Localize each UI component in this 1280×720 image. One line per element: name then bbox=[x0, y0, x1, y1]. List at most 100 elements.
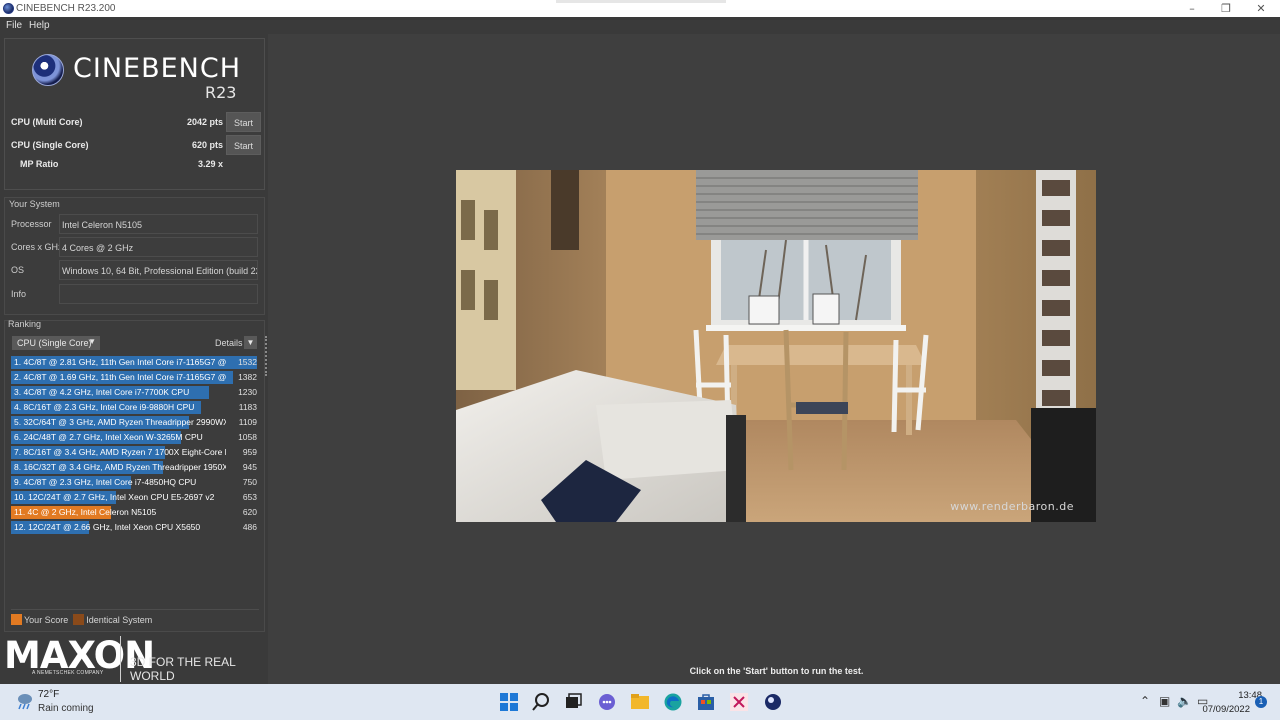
ranking-entry-label: 7. 8C/16T @ 3.4 GHz, AMD Ryzen 7 1700X E… bbox=[14, 447, 226, 457]
cinebench-taskbar-icon[interactable] bbox=[763, 692, 783, 712]
single-core-label: CPU (Single Core) bbox=[11, 140, 89, 150]
search-icon[interactable] bbox=[531, 692, 551, 712]
ranking-row[interactable]: 4. 8C/16T @ 2.3 GHz, Intel Core i9-9880H… bbox=[11, 401, 257, 414]
single-core-row: CPU (Single Core) 620 pts Start bbox=[11, 135, 261, 155]
os-field[interactable]: Windows 10, 64 Bit, Professional Edition… bbox=[59, 260, 258, 280]
ranking-row[interactable]: 9. 4C/8T @ 2.3 GHz, Intel Core i7-4850HQ… bbox=[11, 476, 257, 489]
ranking-entry-score: 750 bbox=[242, 477, 257, 487]
left-panel: CINEBENCH R23 CPU (Multi Core) 2042 pts … bbox=[0, 34, 268, 684]
ranking-entry-score: 620 bbox=[242, 507, 257, 517]
cinebench-app-icon bbox=[3, 3, 14, 14]
snipping-tool-icon[interactable] bbox=[729, 692, 749, 712]
your-score-swatch bbox=[11, 614, 22, 625]
ranking-entry-score: 1382 bbox=[238, 372, 257, 382]
ranking-entry-label: 8. 16C/32T @ 3.4 GHz, AMD Ryzen Threadri… bbox=[14, 462, 226, 472]
close-button[interactable]: ✕ bbox=[1245, 0, 1277, 17]
title-bar: CINEBENCH R23.200 – ❐ ✕ bbox=[0, 0, 1280, 17]
ranking-entry-label: 5. 32C/64T @ 3 GHz, AMD Ryzen Threadripp… bbox=[14, 417, 226, 427]
ranking-legend: Your Score Identical System bbox=[11, 614, 152, 625]
show-hidden-icons-chevron-up-icon[interactable]: ⌃ bbox=[1140, 694, 1150, 708]
ranking-row[interactable]: 7. 8C/16T @ 3.4 GHz, AMD Ryzen 7 1700X E… bbox=[11, 446, 257, 459]
ranking-row[interactable]: 8. 16C/32T @ 3.4 GHz, AMD Ryzen Threadri… bbox=[11, 461, 257, 474]
ranking-row[interactable]: 12. 12C/24T @ 2.66 GHz, Intel Xeon CPU X… bbox=[11, 521, 257, 534]
ranking-entry-score: 959 bbox=[242, 447, 257, 457]
panel-resize-handle[interactable] bbox=[265, 336, 267, 376]
ranking-entry-label: 11. 4C @ 2 GHz, Intel Celeron N5105 bbox=[14, 507, 157, 517]
snap-layout-grip[interactable] bbox=[556, 0, 726, 3]
ranking-entry-score: 486 bbox=[242, 522, 257, 532]
maximize-button[interactable]: ❐ bbox=[1210, 0, 1242, 17]
details-label: Details bbox=[215, 338, 243, 348]
ranking-row[interactable]: 5. 32C/64T @ 3 GHz, AMD Ryzen Threadripp… bbox=[11, 416, 257, 429]
legend-your-score: Your Score bbox=[24, 615, 69, 625]
single-core-start-button[interactable]: Start bbox=[226, 135, 261, 155]
ranking-entry-label: 9. 4C/8T @ 2.3 GHz, Intel Core i7-4850HQ… bbox=[14, 477, 197, 487]
chevron-down-icon: ▼ bbox=[246, 338, 255, 347]
ranking-entry-label: 2. 4C/8T @ 1.69 GHz, 11th Gen Intel Core… bbox=[14, 372, 226, 382]
ranking-entry-label: 12. 12C/24T @ 2.66 GHz, Intel Xeon CPU X… bbox=[14, 522, 201, 532]
volume-icon[interactable]: 🔈 bbox=[1177, 694, 1192, 708]
multi-core-start-button[interactable]: Start bbox=[226, 112, 261, 132]
mp-ratio-label: MP Ratio bbox=[20, 159, 59, 169]
ranking-entry-score: 1532 bbox=[238, 357, 257, 367]
system-row-info: Info bbox=[11, 284, 259, 304]
weather-rain-icon[interactable] bbox=[15, 691, 35, 711]
status-message: Click on the 'Start' button to run the t… bbox=[689, 666, 864, 676]
display-icon[interactable]: ▣ bbox=[1159, 694, 1170, 708]
render-viewport: www.renderbaron.de bbox=[456, 170, 1096, 522]
your-system-panel: Your System Processor Intel Celeron N510… bbox=[4, 197, 265, 315]
ranking-title: Ranking bbox=[8, 319, 42, 329]
ranking-entry-label: 4. 8C/16T @ 2.3 GHz, Intel Core i9-9880H… bbox=[14, 402, 195, 412]
cinebench-logo-icon bbox=[32, 54, 64, 86]
details-dropdown-button[interactable]: ▼ bbox=[244, 336, 257, 349]
notification-badge[interactable]: 1 bbox=[1255, 696, 1267, 708]
window-title: CINEBENCH R23.200 bbox=[16, 3, 116, 14]
render-watermark: www.renderbaron.de bbox=[950, 500, 1074, 513]
ranking-row[interactable]: 6. 24C/48T @ 2.7 GHz, Intel Xeon W-3265M… bbox=[11, 431, 257, 444]
ranking-row[interactable]: 2. 4C/8T @ 1.69 GHz, 11th Gen Intel Core… bbox=[11, 371, 257, 384]
ranking-test-select[interactable]: CPU (Single Core) ▼ bbox=[12, 336, 100, 350]
score-panel: CINEBENCH R23 CPU (Multi Core) 2042 pts … bbox=[4, 38, 265, 190]
logo-name: CINEBENCH bbox=[73, 53, 242, 84]
ranking-entry-label: 10. 12C/24T @ 2.7 GHz, Intel Xeon CPU E5… bbox=[14, 492, 215, 502]
store-icon[interactable] bbox=[696, 692, 716, 712]
file-explorer-icon[interactable] bbox=[630, 692, 650, 712]
menu-bar: File Help bbox=[0, 17, 1280, 34]
edge-browser-icon[interactable] bbox=[663, 692, 683, 712]
system-label: Info bbox=[11, 289, 27, 299]
ranking-row[interactable]: 3. 4C/8T @ 4.2 GHz, Intel Core i7-7700K … bbox=[11, 386, 257, 399]
menu-file[interactable]: File bbox=[6, 20, 22, 31]
weather-temperature[interactable]: 72°F bbox=[38, 689, 59, 700]
ranking-row[interactable]: 1. 4C/8T @ 2.81 GHz, 11th Gen Intel Core… bbox=[11, 356, 257, 369]
chevron-down-icon: ▼ bbox=[88, 337, 96, 346]
mp-ratio-row: MP Ratio 3.29 x bbox=[11, 154, 261, 174]
ranking-row[interactable]: 11. 4C @ 2 GHz, Intel Celeron N5105 620 bbox=[11, 506, 257, 519]
ranking-entry-label: 1. 4C/8T @ 2.81 GHz, 11th Gen Intel Core… bbox=[14, 357, 226, 367]
system-row-cores: Cores x GHz 4 Cores @ 2 GHz bbox=[11, 237, 259, 257]
multi-core-label: CPU (Multi Core) bbox=[11, 117, 83, 127]
your-system-title: Your System bbox=[9, 199, 60, 209]
identical-system-swatch bbox=[73, 614, 85, 625]
taskbar: 72°F Rain coming ⌃ ▣ 🔈 ▭ 13:48 07/09/202… bbox=[0, 684, 1280, 720]
windows-start-icon[interactable] bbox=[499, 692, 519, 712]
menu-help[interactable]: Help bbox=[29, 20, 50, 31]
ranking-panel: Ranking CPU (Single Core) ▼ Details ▼ 1.… bbox=[4, 319, 265, 632]
ranking-entry-score: 1058 bbox=[238, 432, 257, 442]
system-label: Cores x GHz bbox=[11, 242, 63, 252]
system-label: OS bbox=[11, 265, 25, 275]
task-view-icon[interactable] bbox=[563, 692, 583, 712]
legend-divider bbox=[11, 609, 259, 610]
ranking-row[interactable]: 10. 12C/24T @ 2.7 GHz, Intel Xeon CPU E5… bbox=[11, 491, 257, 504]
legend-identical-system: Identical System bbox=[86, 615, 153, 625]
minimize-button[interactable]: – bbox=[1176, 0, 1208, 17]
processor-field[interactable]: Intel Celeron N5105 bbox=[59, 214, 258, 234]
clock-date[interactable]: 07/09/2022 bbox=[1200, 704, 1250, 715]
cores-field[interactable]: 4 Cores @ 2 GHz bbox=[59, 237, 258, 257]
single-core-score: 620 pts bbox=[191, 140, 223, 150]
weather-description[interactable]: Rain coming bbox=[38, 703, 94, 714]
chat-icon[interactable] bbox=[597, 692, 617, 712]
system-row-os: OS Windows 10, 64 Bit, Professional Edit… bbox=[11, 260, 259, 280]
info-field[interactable] bbox=[59, 284, 258, 304]
mp-ratio-value: 3.29 x bbox=[197, 159, 223, 169]
system-label: Processor bbox=[11, 219, 52, 229]
